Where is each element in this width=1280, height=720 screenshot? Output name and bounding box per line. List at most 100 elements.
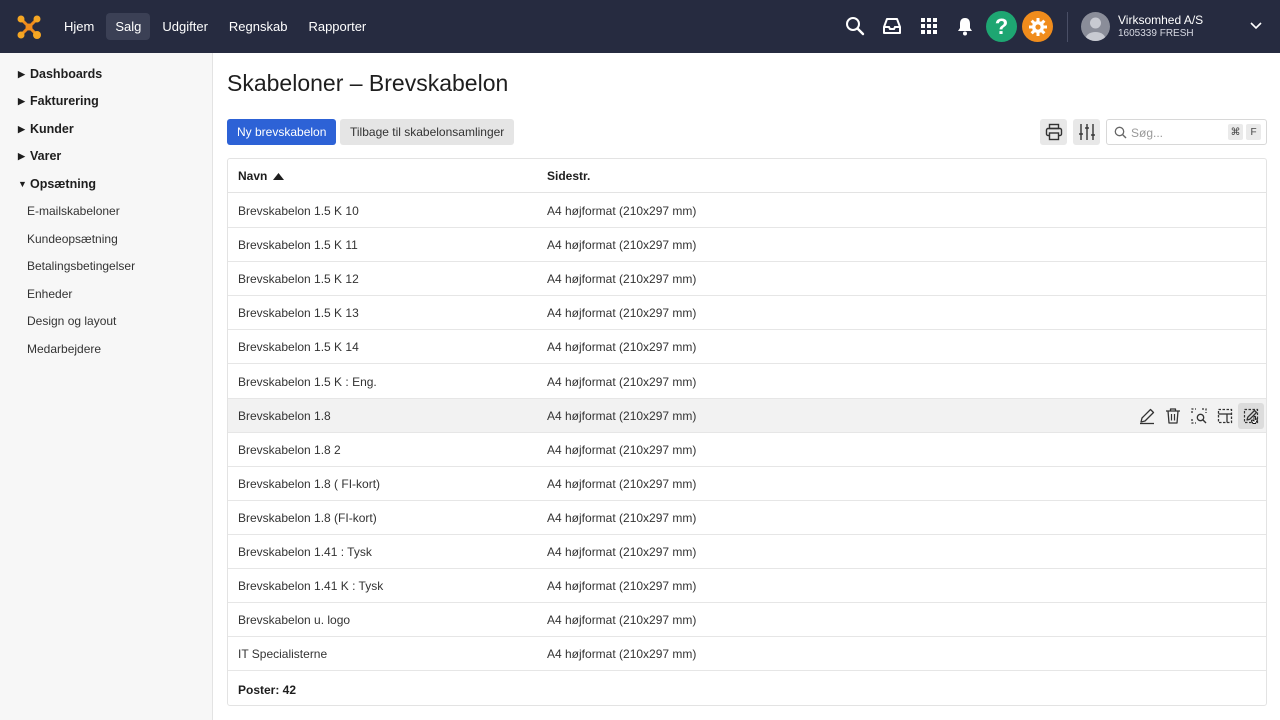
main-nav: Hjem Salg Udgifter Regnskab Rapporter bbox=[55, 13, 378, 40]
row-page-size: A4 højformat (210x297 mm) bbox=[547, 408, 697, 423]
nav-rapporter[interactable]: Rapporter bbox=[299, 13, 375, 40]
table-header: Navn Sidestr. bbox=[228, 159, 1266, 193]
shortcut-key-cmd: ⌘ bbox=[1228, 124, 1243, 140]
row-name: Brevskabelon 1.5 K 13 bbox=[238, 306, 359, 321]
table-row[interactable]: Brevskabelon 1.5 K 10 A4 højformat (210x… bbox=[228, 194, 1266, 228]
edit-button[interactable] bbox=[1134, 403, 1160, 429]
layout-icon bbox=[1217, 408, 1233, 423]
column-header-label: Navn bbox=[238, 169, 268, 183]
print-button[interactable] bbox=[1040, 119, 1067, 145]
sidebar-item-betalingsbetingelser[interactable]: Betalingsbetingelser bbox=[27, 259, 135, 273]
row-name: Brevskabelon 1.8 (FI-kort) bbox=[238, 510, 377, 525]
table-row[interactable]: Brevskabelon u. logo A4 højformat (210x2… bbox=[228, 603, 1266, 638]
row-page-size: A4 højformat (210x297 mm) bbox=[547, 340, 697, 355]
table-row[interactable]: Brevskabelon 1.5 K 12 A4 højformat (210x… bbox=[228, 262, 1266, 297]
row-name: Brevskabelon 1.8 bbox=[238, 408, 331, 423]
row-name: Brevskabelon 1.41 : Tysk bbox=[238, 545, 372, 559]
table-row[interactable]: Brevskabelon 1.5 K 14 A4 højformat (210x… bbox=[228, 330, 1266, 365]
table-row[interactable]: Brevskabelon 1.8 A4 højformat (210x297 m… bbox=[228, 398, 1266, 433]
search-icon bbox=[1114, 126, 1127, 139]
table-row[interactable]: Brevskabelon 1.8 ( FI-kort) A4 højformat… bbox=[228, 467, 1266, 501]
row-page-size: A4 højformat (210x297 mm) bbox=[547, 579, 697, 594]
search-input[interactable] bbox=[1131, 124, 1221, 141]
sidebar-group-label: Dashboards bbox=[30, 67, 103, 81]
layout-button[interactable] bbox=[1212, 403, 1238, 429]
nav-regnskab[interactable]: Regnskab bbox=[220, 13, 297, 40]
company-id: 1605339 FRESH bbox=[1118, 28, 1194, 39]
delete-button[interactable] bbox=[1160, 403, 1186, 429]
row-name: Brevskabelon 1.5 K 12 bbox=[238, 272, 359, 287]
search-icon[interactable] bbox=[844, 15, 866, 37]
table-row[interactable]: Brevskabelon 1.5 K : Eng. A4 højformat (… bbox=[228, 365, 1266, 399]
shortcut-key-f: F bbox=[1246, 124, 1261, 140]
sliders-icon bbox=[1078, 124, 1095, 140]
sidebar-group-opsaetning[interactable]: ▼ Opsætning bbox=[18, 177, 96, 191]
sidebar-group-label: Fakturering bbox=[30, 94, 99, 108]
bell-icon[interactable] bbox=[954, 15, 976, 37]
sidebar-group-label: Varer bbox=[30, 149, 62, 163]
row-name: Brevskabelon 1.8 2 bbox=[238, 442, 341, 457]
preview-icon bbox=[1191, 407, 1207, 424]
column-settings-button[interactable] bbox=[1073, 119, 1100, 145]
preview-button[interactable] bbox=[1186, 403, 1212, 429]
table-row[interactable]: Brevskabelon 1.41 : Tysk A4 højformat (2… bbox=[228, 535, 1266, 569]
sidebar-item-kundeopsaetning[interactable]: Kundeopsætning bbox=[27, 232, 118, 246]
nav-salg[interactable]: Salg bbox=[106, 13, 151, 40]
caret-right-icon: ▶ bbox=[18, 150, 25, 161]
delete-icon bbox=[1166, 407, 1180, 424]
printer-icon bbox=[1045, 123, 1062, 141]
sort-ascending-icon bbox=[273, 173, 285, 180]
sidebar-item-emailskabeloner[interactable]: E-mailskabeloner bbox=[27, 204, 120, 218]
row-name: Brevskabelon 1.41 K : Tysk bbox=[238, 579, 384, 594]
sidebar-group-label: Opsætning bbox=[30, 177, 96, 191]
chevron-down-icon[interactable] bbox=[1249, 19, 1263, 33]
column-header-sidestr[interactable]: Sidestr. bbox=[547, 169, 590, 183]
templates-table: Navn Sidestr. Brevskabelon 1.5 K 10 A4 h… bbox=[227, 158, 1267, 706]
sidebar-group-fakturering[interactable]: ▶ Fakturering bbox=[18, 94, 99, 108]
caret-right-icon: ▶ bbox=[18, 68, 25, 79]
table-row[interactable]: Brevskabelon 1.41 K : Tysk A4 højformat … bbox=[228, 569, 1266, 604]
row-page-size: A4 højformat (210x297 mm) bbox=[547, 613, 697, 628]
sidebar-group-dashboards[interactable]: ▶ Dashboards bbox=[18, 67, 102, 81]
table-row[interactable]: Brevskabelon 1.5 K 11 A4 højformat (210x… bbox=[228, 228, 1266, 263]
edit-icon bbox=[1140, 408, 1155, 424]
row-page-size: A4 højformat (210x297 mm) bbox=[547, 374, 697, 389]
record-count: Poster: 42 bbox=[238, 683, 297, 697]
gear-icon[interactable] bbox=[1022, 11, 1053, 42]
row-page-size: A4 højformat (210x297 mm) bbox=[547, 204, 697, 218]
page-title: Skabeloner – Brevskabelon bbox=[227, 70, 509, 96]
sidebar-group-varer[interactable]: ▶ Varer bbox=[18, 149, 61, 163]
row-page-size: A4 højformat (210x297 mm) bbox=[547, 476, 697, 491]
back-to-collections-button[interactable]: Tilbage til skabelonsamlinger bbox=[340, 119, 515, 145]
nav-hjem[interactable]: Hjem bbox=[55, 13, 103, 40]
row-page-size: A4 højformat (210x297 mm) bbox=[547, 647, 697, 662]
sidebar-group-label: Kunder bbox=[30, 122, 74, 136]
new-letter-template-button[interactable]: Ny brevskabelon bbox=[227, 119, 337, 145]
company-switcher[interactable]: Virksomhed A/S 1605339 FRESH bbox=[1118, 13, 1203, 41]
caret-right-icon: ▶ bbox=[18, 123, 25, 134]
caret-down-icon: ▼ bbox=[18, 179, 27, 189]
table-row[interactable]: Brevskabelon 1.8 (FI-kort) A4 højformat … bbox=[228, 501, 1266, 535]
apps-grid-icon[interactable] bbox=[918, 15, 940, 37]
row-page-size: A4 højformat (210x297 mm) bbox=[547, 545, 697, 559]
sidebar-item-design-og-layout[interactable]: Design og layout bbox=[27, 314, 116, 328]
topbar-divider bbox=[1067, 12, 1068, 42]
inbox-icon[interactable] bbox=[881, 15, 903, 37]
sidebar-group-kunder[interactable]: ▶ Kunder bbox=[18, 122, 74, 136]
table-row[interactable]: IT Specialisterne A4 højformat (210x297 … bbox=[228, 637, 1266, 672]
column-header-navn[interactable]: Navn bbox=[238, 169, 285, 183]
help-icon[interactable]: ? bbox=[986, 11, 1017, 42]
row-page-size: A4 højformat (210x297 mm) bbox=[547, 510, 697, 525]
row-name: Brevskabelon u. logo bbox=[238, 613, 351, 628]
row-page-size: A4 højformat (210x297 mm) bbox=[547, 272, 697, 287]
row-name: IT Specialisterne bbox=[238, 647, 328, 662]
avatar[interactable] bbox=[1081, 12, 1110, 41]
row-name: Brevskabelon 1.5 K : Eng. bbox=[238, 374, 377, 389]
table-row[interactable]: Brevskabelon 1.5 K 13 A4 højformat (210x… bbox=[228, 296, 1266, 331]
app-logo-icon[interactable] bbox=[16, 14, 42, 40]
nav-udgifter[interactable]: Udgifter bbox=[153, 13, 217, 40]
edit-design-button[interactable] bbox=[1238, 402, 1264, 429]
table-row[interactable]: Brevskabelon 1.8 2 A4 højformat (210x297… bbox=[228, 433, 1266, 467]
sidebar-item-medarbejdere[interactable]: Medarbejdere bbox=[27, 342, 101, 356]
sidebar-item-enheder[interactable]: Enheder bbox=[27, 287, 72, 301]
